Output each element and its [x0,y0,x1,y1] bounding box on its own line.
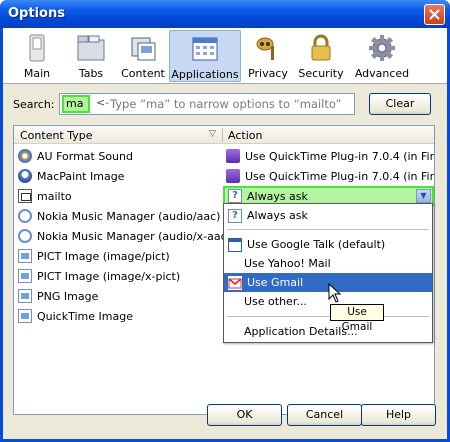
chevron-down-icon[interactable]: ▼ [416,189,431,203]
preferences-toolbar: Main Tabs Content Applications Privacy S… [3,28,447,84]
application-icon [228,237,242,252]
image-file-icon [18,289,32,303]
search-input[interactable]: ma <- Type “ma” to narrow options to “ma… [59,93,355,115]
content-type: PICT Image (image/pict) [37,249,170,263]
content-type: Nokia Music Manager (audio/aac) [37,209,221,223]
dropdown-item-yahoo-mail[interactable]: Use Yahoo! Mail [224,254,432,273]
combobox-value: Always ask [247,189,308,203]
mailto-icon [18,189,32,203]
tab-content[interactable]: Content [117,30,169,82]
quicktime-icon [18,169,32,183]
search-label: Search: [13,98,55,111]
privacy-mask-icon [252,32,284,64]
gear-icon [366,32,398,64]
close-icon [429,9,440,20]
tab-main-label: Main [23,67,51,80]
options-window: Options Main Tabs Content Applications P… [0,0,450,442]
tab-advanced[interactable]: Advanced [351,30,413,82]
dropdown-item-label: Application Details... [244,325,358,338]
help-icon: ? [228,189,242,203]
dropdown-item-label: Use other... [244,295,307,308]
dropdown-item-google-talk[interactable]: Use Google Talk (default) [224,235,432,254]
tooltip: Use Gmail [330,304,384,333]
action: Use QuickTime Plug-in 7.0.4 (in Firefox) [245,149,434,163]
switch-icon [21,32,53,64]
dropdown-item-label: Use Yahoo! Mail [244,257,331,270]
ok-button[interactable]: OK [207,404,282,426]
quicktime-icon [18,209,32,223]
dropdown-item-label: Always ask [247,209,308,222]
content-type: PICT Image (image/x-pict) [37,269,181,283]
dropdown-separator [227,229,429,230]
help-button[interactable]: Help [361,404,436,426]
content-type: Nokia Music Manager (audio/x-aac) [37,229,231,243]
content-type: QuickTime Image [37,309,133,323]
tab-security[interactable]: Security [295,30,347,82]
search-row: Search: ma <- Type “ma” to narrow option… [13,93,443,117]
dropdown-separator [227,316,429,317]
tabs-icon [75,32,107,64]
search-value: ma [62,95,90,113]
table-row[interactable]: AU Format Sound Use QuickTime Plug-in 7.… [14,146,434,166]
dropdown-item-label: Use Google Talk (default) [247,238,386,251]
gmail-icon [228,275,242,290]
cancel-button[interactable]: Cancel [287,404,362,426]
action: Use QuickTime Plug-in 7.0.4 (in Firefox) [245,169,434,183]
tab-content-label: Content [121,67,165,80]
dropdown-item-label: Use Gmail [247,276,304,289]
sort-arrow-icon: ▽ [209,129,216,139]
column-action[interactable]: Action [228,129,262,142]
dropdown-item-application-details[interactable]: Application Details... [224,322,432,341]
tab-advanced-label: Advanced [354,67,410,80]
applications-icon [189,33,221,65]
content-type: MacPaint Image [37,169,125,183]
search-annotation: Type “ma” to narrow options to “mailto” [110,97,342,111]
column-separator[interactable] [222,128,223,142]
arrow-left-icon: <- [96,96,110,109]
audio-file-icon [18,149,32,163]
image-file-icon [18,309,32,323]
content-icon [127,32,159,64]
column-content-type[interactable]: Content Type [20,129,93,142]
dropdown-item-always-ask[interactable]: ? Always ask [224,206,432,225]
image-file-icon [18,249,32,263]
action-dropdown-list: ? Always ask Use Google Talk (default) U… [223,203,433,343]
clear-button[interactable]: Clear [369,93,431,115]
table-header: Content Type ▽ Action [14,126,434,144]
tab-applications-label: Applications [171,68,239,81]
image-file-icon [18,269,32,283]
tab-tabs[interactable]: Tabs [65,30,117,82]
table-row[interactable]: MacPaint Image Use QuickTime Plug-in 7.0… [14,166,434,186]
tab-privacy-label: Privacy [248,67,288,80]
plugin-icon [226,169,240,183]
content-type: AU Format Sound [37,149,133,163]
plugin-icon [226,149,240,163]
tab-privacy[interactable]: Privacy [243,30,293,82]
tab-tabs-label: Tabs [78,67,104,80]
help-icon: ? [228,208,242,223]
quicktime-icon [18,229,32,243]
lock-icon [305,32,337,64]
tab-main[interactable]: Main [11,30,63,82]
window-title: Options [8,6,65,21]
close-button[interactable] [424,4,445,25]
title-bar[interactable]: Options [0,0,450,28]
mouse-cursor-icon [328,283,342,303]
tab-applications[interactable]: Applications [169,30,241,82]
content-type: PNG Image [37,289,99,303]
content-type: mailto [37,189,72,203]
tab-security-label: Security [298,67,344,80]
